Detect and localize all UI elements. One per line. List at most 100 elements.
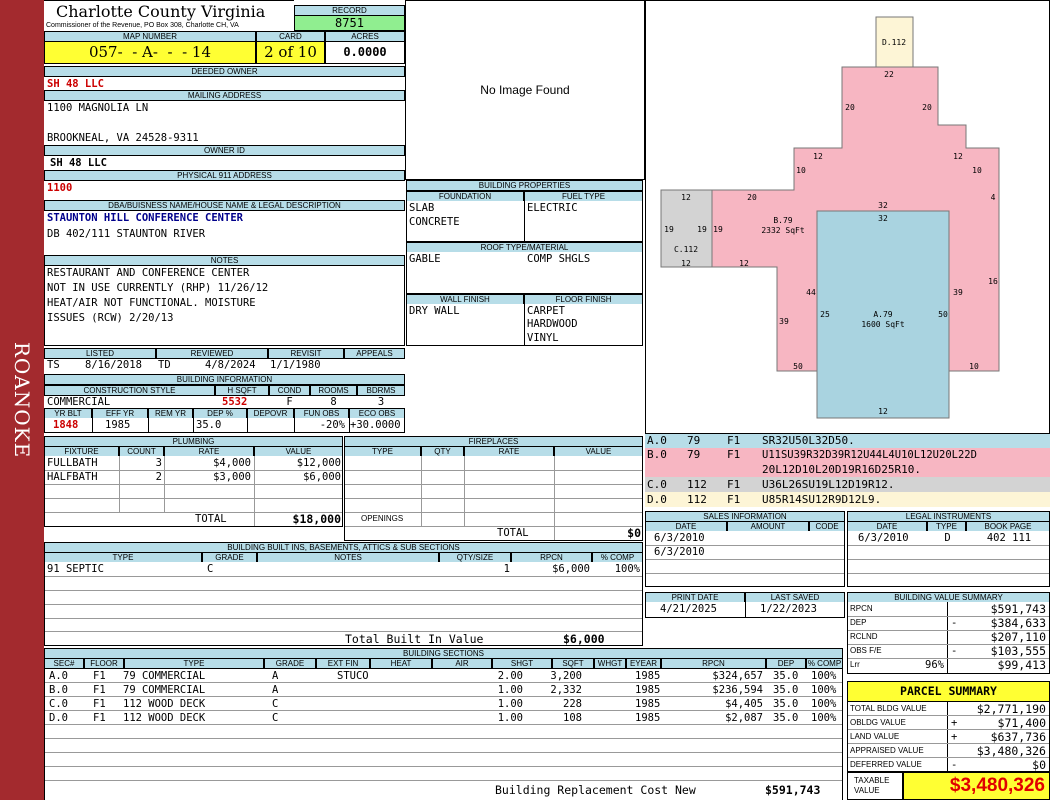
section-grade: A	[272, 684, 279, 696]
plumbing-table: FULLBATH 3 $4,000 $12,000 HALFBATH 2 $3,…	[44, 456, 343, 527]
notes-header: NOTES	[44, 255, 405, 266]
taxable-value: $3,480,326	[903, 772, 1050, 800]
section-dep: 35.0	[773, 670, 799, 682]
vector-path: U36L26SU19L12D19R12.	[762, 478, 895, 491]
deeded-owner: SH 48 LLC	[47, 78, 104, 90]
vector-num: 79	[687, 448, 701, 461]
county-header: Charlotte County Virginia Commissioner o…	[44, 0, 294, 32]
section-type: 79 COMMERCIAL	[123, 670, 206, 682]
extfin-header: EXT FIN	[316, 658, 370, 669]
legal-date: 6/3/2010	[858, 532, 909, 544]
reviewed-date: 4/8/2024	[205, 359, 256, 371]
dep-col-header: DEP	[766, 658, 806, 669]
building-properties-header: BUILDING PROPERTIES	[406, 180, 643, 191]
rooms-value: 8	[330, 396, 337, 408]
sketch-dim: 39	[953, 288, 963, 297]
roof-type: GABLE	[409, 253, 441, 265]
vector-code: D.0	[647, 493, 667, 506]
sketch-dim: 32	[878, 201, 888, 210]
vector-num: 79	[687, 434, 701, 447]
building-info-row: 1848 1985 35.0 -20% +30.0000	[44, 418, 405, 433]
cond-value: F	[286, 396, 293, 408]
legal-description: DB 402/111 STAUNTON RIVER	[47, 228, 206, 240]
bvs-value: $591,743	[990, 602, 1046, 616]
listed-by: TS	[47, 359, 60, 371]
builtins-total-label: Total Built In Value	[345, 632, 484, 646]
sketch-dim: 19	[713, 225, 723, 234]
sketch-dim: 50	[793, 362, 803, 371]
vector-path: 20L12D10L20D19R16D25R10.	[762, 463, 921, 476]
sketch-dim: 50	[938, 310, 948, 319]
parcel-summary-header: PARCEL SUMMARY	[847, 681, 1050, 702]
sketch-dim: 39	[779, 317, 789, 326]
taxable-label: TAXABLE	[854, 776, 890, 785]
notes-line: HEAT/AIR NOT FUNCTIONAL. MOISTURE	[47, 297, 256, 309]
print-row: 4/21/2025 1/22/2023	[645, 602, 845, 618]
legal-bookpage: 402 111	[986, 532, 1032, 544]
comp-header: % COMP	[806, 658, 843, 669]
bdrms-value: 3	[377, 396, 385, 408]
sketch-dim: 16	[988, 277, 998, 286]
section-sqft: 228	[563, 698, 582, 710]
bvs-key: RPCN	[850, 604, 873, 613]
sketch-dim: 10	[796, 166, 806, 175]
section-shgt: 2.00	[497, 670, 523, 682]
sections-table: A.0 F1 79 COMMERCIAL A STUCO 2.00 3,200 …	[44, 669, 843, 800]
mailing-address-line2: BROOKNEAL, VA 24528-9311	[47, 132, 199, 144]
mailing-address-header: MAILING ADDRESS	[44, 90, 405, 101]
fixture-value: $6,000	[303, 471, 341, 483]
wall-finish-value: DRY WALL	[409, 305, 460, 317]
builtins-total: $6,000	[563, 632, 605, 646]
ps-value: $637,736	[990, 730, 1046, 744]
listed-date: 8/16/2018	[85, 359, 142, 371]
record-number: 8751	[294, 15, 405, 31]
foundation-value: CONCRETE	[409, 216, 460, 228]
builtins-table: 91 SEPTIC C 1 $6,000 100% Total Built In…	[44, 562, 643, 646]
section-sqft: 3,200	[550, 670, 582, 682]
section-eyear: 1985	[635, 670, 661, 682]
plumbing-total: $18,000	[292, 512, 341, 526]
grade-header: GRADE	[264, 658, 316, 669]
fixture-rate: $4,000	[213, 457, 251, 469]
county-subtitle: Commissioner of the Revenue, PO Box 308,…	[46, 22, 239, 29]
section-shgt: 1.00	[497, 712, 523, 724]
sketch-dim: 20	[922, 103, 932, 112]
section-comp: 100%	[811, 698, 837, 710]
finish-box: DRY WALL CARPET HARDWOOD VINYL	[406, 304, 643, 346]
ps-key: DEFERRED VALUE	[850, 760, 922, 769]
bvs-key: RCLND	[850, 632, 878, 641]
section-sec: D.0	[49, 712, 68, 724]
floor-finish-value: CARPET	[527, 305, 565, 317]
sketch-dim: 12	[681, 193, 691, 202]
vector-code: A.0	[647, 434, 667, 447]
sketch-label: A.79	[873, 310, 892, 319]
ps-key: APPRAISED VALUE	[850, 746, 924, 755]
owner-id: SH 48 LLC	[50, 157, 107, 169]
dba-header: DBA/BUISNESS NAME/HOUSE NAME & LEGAL DES…	[44, 200, 405, 211]
ps-value: $3,480,326	[976, 744, 1046, 758]
yrblt-value: 1848	[53, 419, 79, 431]
legal-type: D	[944, 532, 951, 544]
section-rpcn: $2,087	[725, 712, 763, 724]
taxable-label: VALUE	[854, 786, 880, 795]
section-comp: 100%	[811, 712, 837, 724]
fireplaces-table: OPENINGS TOTAL $0	[344, 456, 643, 541]
acres-value: 0.0000	[325, 41, 405, 64]
rpcn-header: RPCN	[661, 658, 766, 669]
section-type: 79 COMMERCIAL	[123, 684, 206, 696]
fireplaces-total-label: TOTAL	[497, 527, 529, 539]
sketch-label: D.112	[882, 38, 906, 47]
fuel-type-value: ELECTRIC	[527, 202, 578, 214]
fireplaces-total: $0	[627, 526, 641, 540]
last-saved-date: 1/22/2023	[760, 603, 817, 615]
construction-style: COMMERCIAL	[47, 396, 111, 408]
section-type: 112 WOOD DECK	[123, 712, 206, 724]
card-number: 2 of 10	[256, 41, 325, 64]
vector-num: 112	[687, 478, 707, 491]
effyr-value: 1985	[105, 419, 131, 431]
physical-address-header: PHYSICAL 911 ADDRESS	[44, 170, 405, 181]
fixture-rate: $3,000	[213, 471, 251, 483]
roof-box: GABLE COMP SHGLS	[406, 252, 643, 294]
sales-table: 6/3/2010 6/3/2010	[645, 531, 845, 587]
owner-id-header: OWNER ID	[44, 145, 405, 156]
